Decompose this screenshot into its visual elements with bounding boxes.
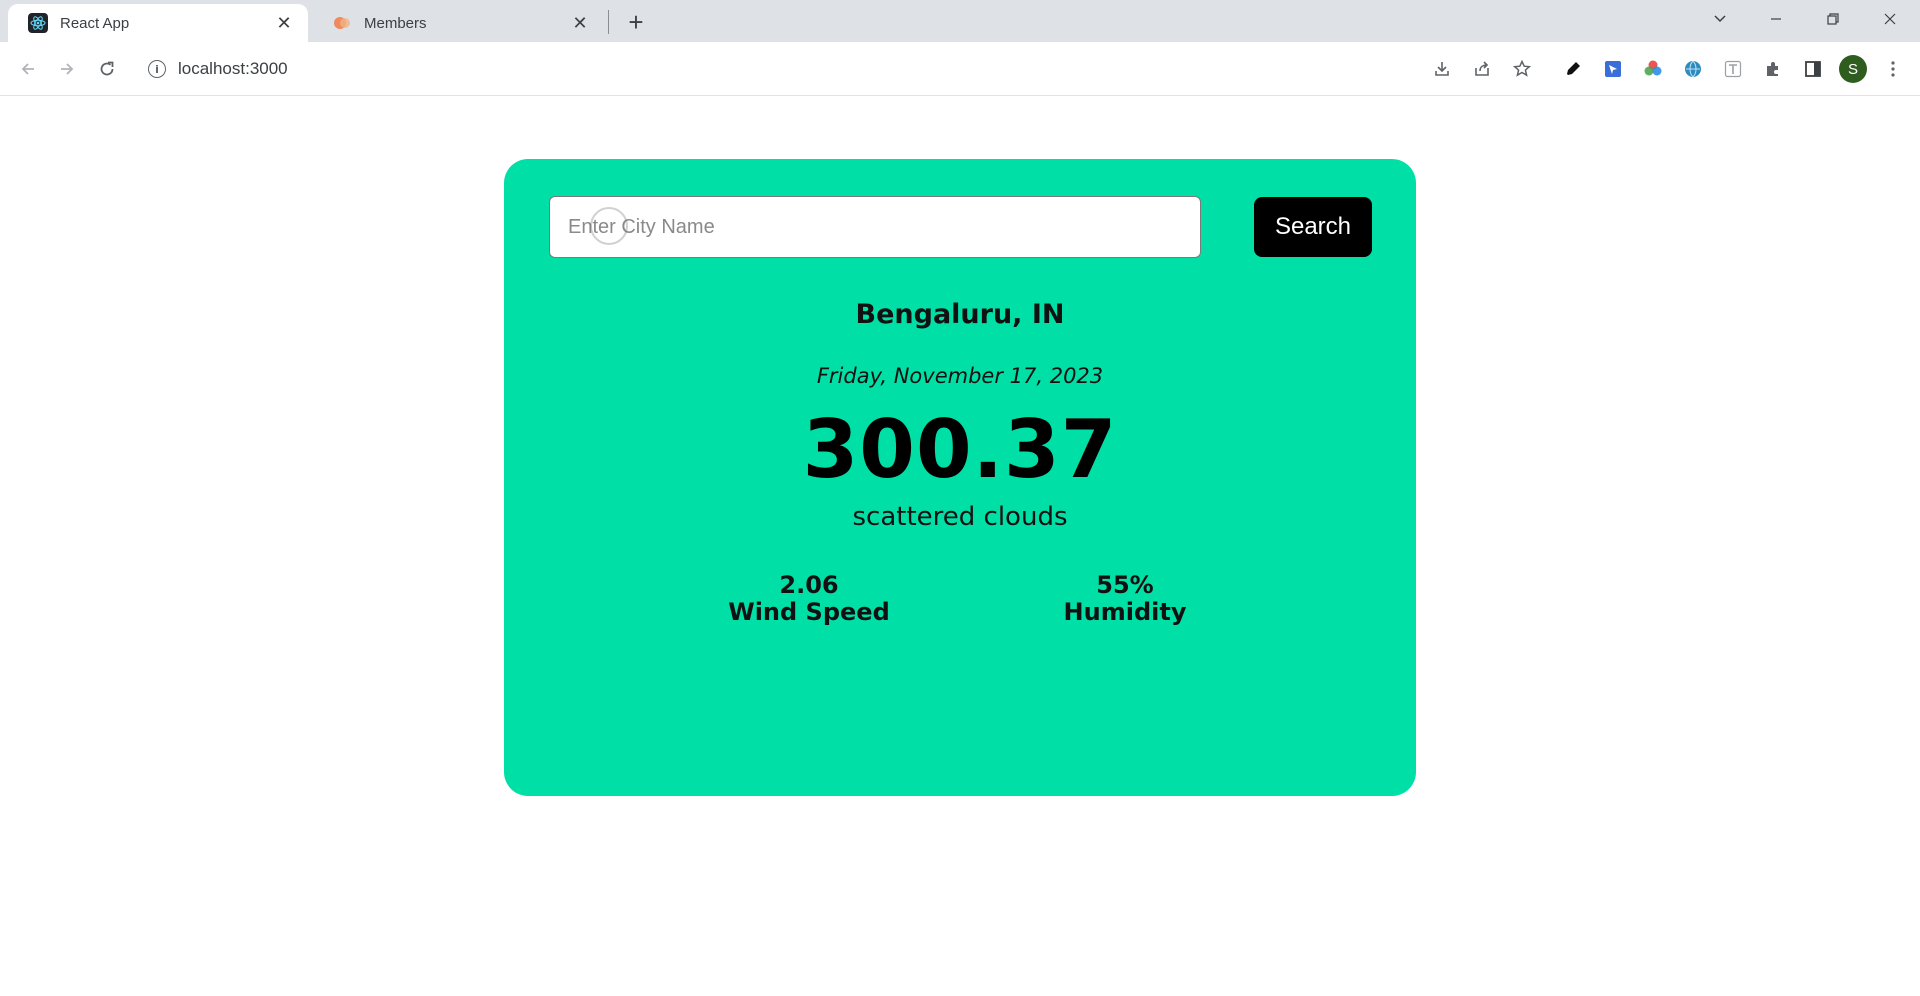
wind-speed-label: Wind Speed xyxy=(728,598,890,626)
share-icon[interactable] xyxy=(1468,55,1496,83)
react-icon xyxy=(28,13,48,33)
site-info-icon[interactable]: i xyxy=(148,60,166,78)
reload-icon[interactable] xyxy=(91,53,123,85)
weather-description: scattered clouds xyxy=(852,502,1068,532)
menu-kebab-icon[interactable] xyxy=(1879,55,1907,83)
screenshot-extension-icon[interactable] xyxy=(1599,55,1627,83)
bookmark-star-icon[interactable] xyxy=(1508,55,1536,83)
tab-react-app[interactable]: React App ✕ xyxy=(8,4,308,42)
humidity-value: 55% xyxy=(1096,571,1154,599)
address-bar[interactable]: i localhost:3000 xyxy=(138,51,1418,87)
tab-members[interactable]: Members ✕ xyxy=(312,4,604,42)
install-app-icon[interactable] xyxy=(1428,55,1456,83)
tab-search-chevron-icon[interactable] xyxy=(1692,0,1748,38)
restore-icon[interactable] xyxy=(1805,0,1861,38)
avatar-letter: S xyxy=(1847,60,1858,78)
close-tab-icon[interactable]: ✕ xyxy=(272,11,296,35)
color-wheel-extension-icon[interactable] xyxy=(1639,55,1667,83)
browser-tab-strip: React App ✕ Members ✕ + xyxy=(0,0,1920,42)
minimize-icon[interactable] xyxy=(1748,0,1804,38)
city-search-input[interactable] xyxy=(549,196,1201,258)
side-panel-icon[interactable] xyxy=(1799,55,1827,83)
humidity-stat: 55% Humidity xyxy=(1005,572,1245,626)
eyedropper-extension-icon[interactable] xyxy=(1559,55,1587,83)
temperature-value: 300.37 xyxy=(802,403,1118,496)
globe-extension-icon[interactable] xyxy=(1679,55,1707,83)
close-window-icon[interactable] xyxy=(1862,0,1918,38)
browser-toolbar: i localhost:3000 xyxy=(0,42,1920,96)
profile-avatar[interactable]: S xyxy=(1839,55,1867,83)
forward-arrow-icon[interactable] xyxy=(51,53,83,85)
humidity-label: Humidity xyxy=(1063,598,1187,626)
back-arrow-icon[interactable] xyxy=(12,53,44,85)
search-button[interactable]: Search xyxy=(1254,197,1372,257)
url-text: localhost:3000 xyxy=(178,59,288,78)
weather-card: Search Bengaluru, IN Friday, November 17… xyxy=(504,159,1416,796)
new-tab-button[interactable]: + xyxy=(622,7,650,37)
city-name: Bengaluru, IN xyxy=(855,299,1065,330)
tab-title: React App xyxy=(60,14,130,32)
members-icon xyxy=(332,13,352,33)
weather-date: Friday, November 17, 2023 xyxy=(816,364,1104,388)
wind-speed-value: 2.06 xyxy=(779,571,839,599)
wind-speed-stat: 2.06 Wind Speed xyxy=(689,572,929,626)
text-extension-icon[interactable] xyxy=(1719,55,1747,83)
extensions-puzzle-icon[interactable] xyxy=(1759,55,1787,83)
tab-divider xyxy=(608,10,609,34)
close-tab-icon[interactable]: ✕ xyxy=(568,11,592,35)
tab-title: Members xyxy=(364,14,427,32)
